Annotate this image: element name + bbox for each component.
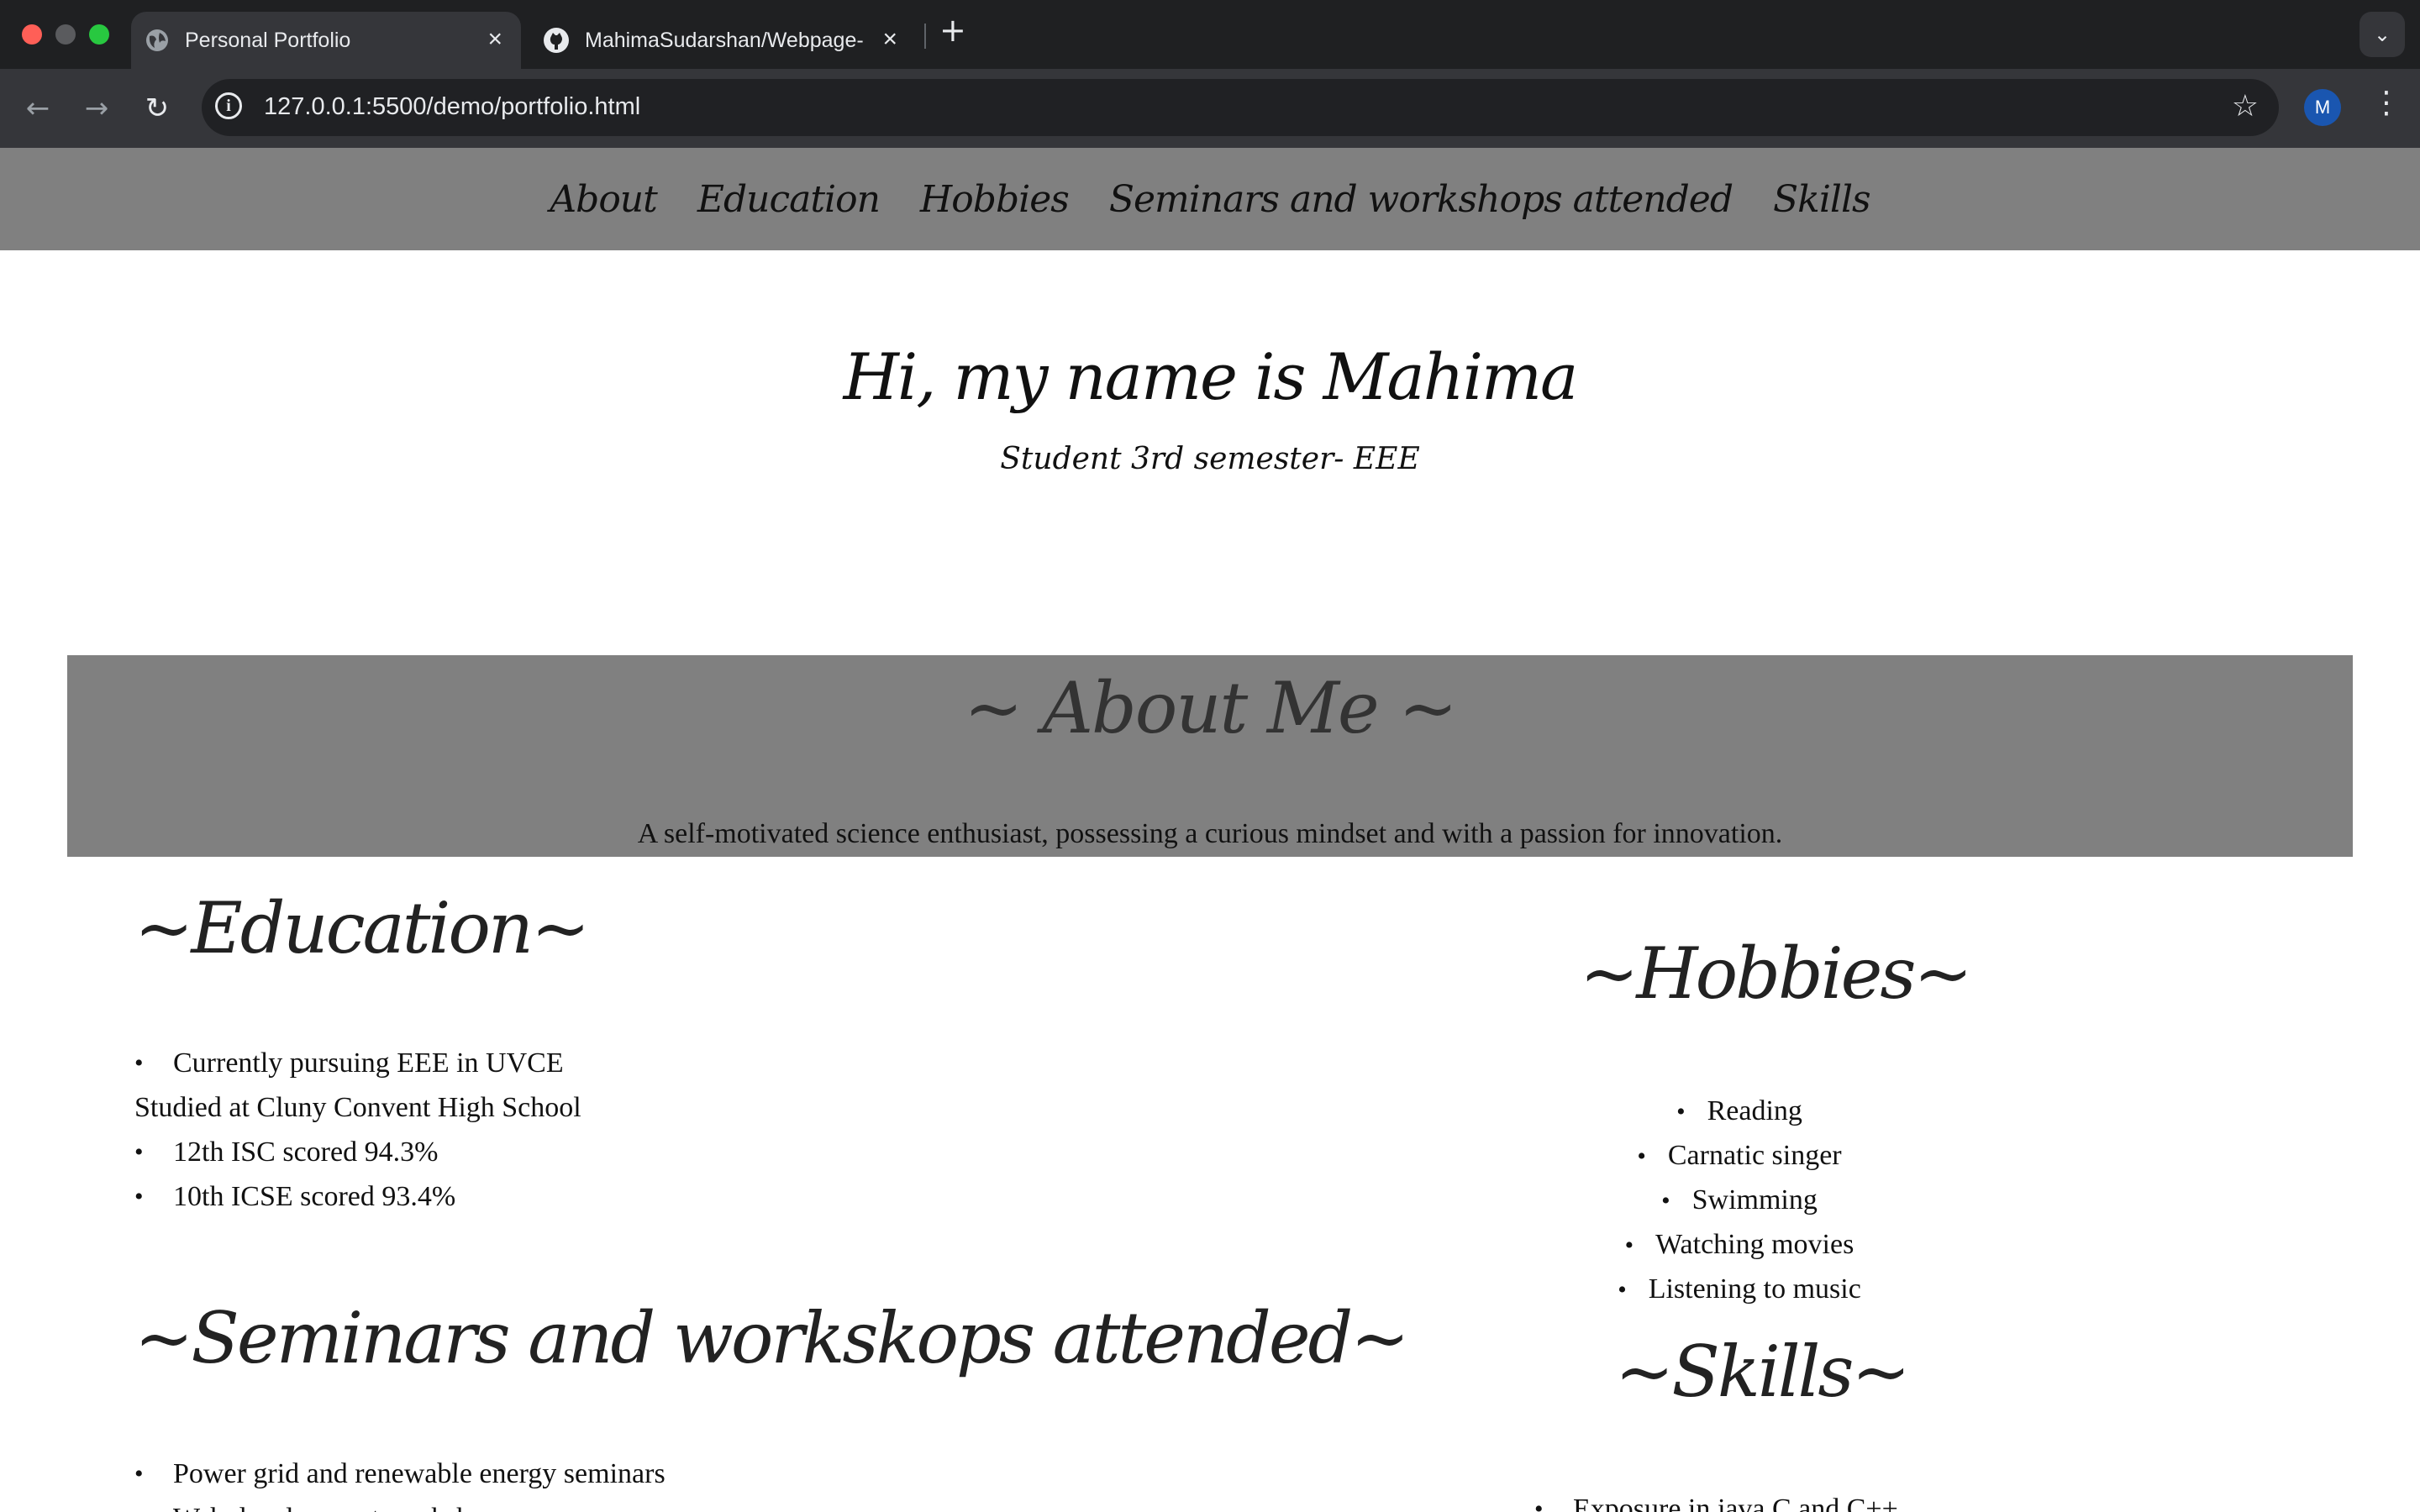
hobbies-list: Reading Carnatic singer Swimming Watchin… bbox=[1546, 1089, 1933, 1311]
bookmark-star-icon[interactable]: ☆ bbox=[2232, 89, 2259, 123]
browser-toolbar: ← → ↻ i 127.0.0.1:5500/demo/portfolio.ht… bbox=[0, 69, 2420, 148]
list-item: Currently pursuing EEE in UVCE bbox=[134, 1041, 581, 1085]
list-item: 12th ISC scored 94.3% bbox=[134, 1130, 581, 1174]
about-section: ~ About Me ~ A self-motivated science en… bbox=[67, 655, 2353, 857]
tab-separator bbox=[924, 24, 926, 49]
nav-link-skills[interactable]: Skills bbox=[1773, 178, 1871, 221]
education-heading: ~Education~ bbox=[134, 887, 590, 969]
nav-link-education[interactable]: Education bbox=[697, 178, 881, 221]
list-item: Studied at Cluny Convent High School bbox=[134, 1092, 581, 1123]
forward-arrow-icon[interactable]: → bbox=[76, 87, 118, 129]
back-arrow-icon[interactable]: ← bbox=[17, 87, 59, 129]
seminars-list: Power grid and renewable energy seminars… bbox=[134, 1452, 666, 1512]
globe-icon bbox=[145, 28, 170, 53]
list-item: Listening to music bbox=[1546, 1267, 1933, 1311]
github-icon bbox=[543, 27, 570, 54]
url-text[interactable]: 127.0.0.1:5500/demo/portfolio.html bbox=[264, 93, 640, 121]
profile-avatar[interactable]: M bbox=[2304, 89, 2341, 126]
browser-menu-icon[interactable]: ⋮ bbox=[2371, 86, 2402, 120]
skills-heading: ~Skills~ bbox=[1615, 1331, 1911, 1413]
close-window-button[interactable] bbox=[22, 24, 42, 45]
list-item: Power grid and renewable energy seminars bbox=[134, 1452, 666, 1496]
hero-subtitle: Student 3rd semester- EEE bbox=[1000, 442, 1420, 476]
about-heading: ~ About Me ~ bbox=[964, 667, 1457, 749]
skills-list: Exposure in java,C and C++ bbox=[1534, 1487, 1898, 1512]
nav-link-about[interactable]: About bbox=[550, 178, 657, 221]
list-item: Watching movies bbox=[1546, 1222, 1933, 1267]
minimize-window-button[interactable] bbox=[55, 24, 76, 45]
hobbies-heading: ~Hobbies~ bbox=[1580, 932, 1973, 1015]
tab-search-chevron-icon[interactable]: ⌄ bbox=[2360, 12, 2405, 57]
browser-tab-bar: Personal Portfolio × MahimaSudarshan/Web… bbox=[0, 0, 2420, 69]
site-nav: About Education Hobbies Seminars and wor… bbox=[0, 148, 2420, 250]
tab-title: Personal Portfolio bbox=[185, 28, 351, 52]
tab-github-repo[interactable]: MahimaSudarshan/Webpage- × bbox=[529, 12, 916, 69]
page-viewport: About Education Hobbies Seminars and wor… bbox=[0, 148, 2420, 1512]
nav-link-hobbies[interactable]: Hobbies bbox=[920, 178, 1070, 221]
new-tab-button[interactable]: + bbox=[939, 12, 966, 49]
tab-title: MahimaSudarshan/Webpage- bbox=[585, 28, 864, 52]
nav-link-seminars[interactable]: Seminars and workshops attended bbox=[1109, 178, 1733, 221]
list-item: Carnatic singer bbox=[1546, 1133, 1933, 1178]
maximize-window-button[interactable] bbox=[89, 24, 109, 45]
about-text: A self-motivated science enthusiast, pos… bbox=[637, 818, 1783, 849]
close-tab-icon[interactable]: × bbox=[882, 27, 897, 52]
address-bar[interactable]: i 127.0.0.1:5500/demo/portfolio.html ☆ bbox=[202, 79, 2279, 136]
site-info-icon[interactable]: i bbox=[215, 92, 242, 119]
list-item: Web development workshop bbox=[134, 1496, 666, 1512]
list-item: Exposure in java,C and C++ bbox=[1534, 1487, 1898, 1512]
reload-icon[interactable]: ↻ bbox=[136, 87, 178, 129]
tab-personal-portfolio[interactable]: Personal Portfolio × bbox=[131, 12, 521, 69]
seminars-heading: ~Seminars and workskops attended~ bbox=[134, 1297, 1410, 1379]
list-item: Reading bbox=[1546, 1089, 1933, 1133]
list-item: 10th ICSE scored 93.4% bbox=[134, 1174, 581, 1219]
close-tab-icon[interactable]: × bbox=[487, 27, 502, 52]
hero-title: Hi, my name is Mahima bbox=[843, 339, 1579, 414]
education-list: Currently pursuing EEE in UVCE Studied a… bbox=[134, 1041, 581, 1219]
list-item: Swimming bbox=[1546, 1178, 1933, 1222]
